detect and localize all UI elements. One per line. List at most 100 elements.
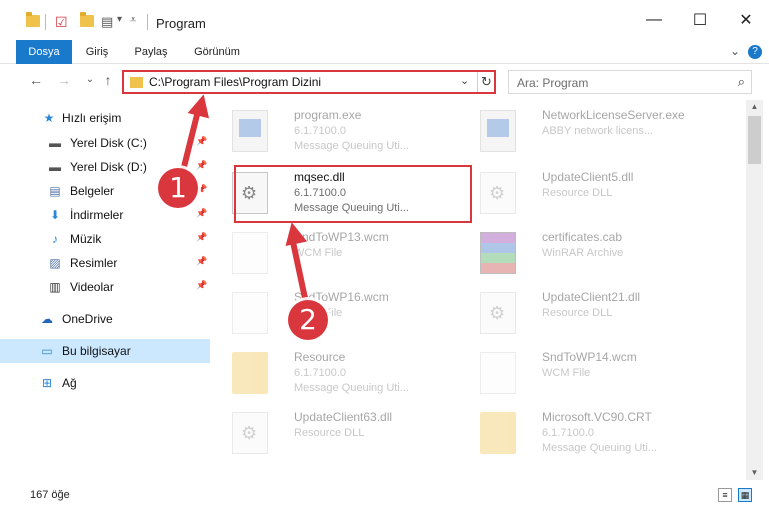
sidebar-item-label: Bu bilgisayar [62,344,131,358]
minimize-button[interactable]: — [631,0,677,40]
cloud-icon: ☁ [41,312,53,326]
document-icon: ▤ [49,184,61,198]
sidebar-item-bu-bilgisayar[interactable]: ▭ Bu bilgisayar [0,339,210,363]
chevron-down-icon[interactable]: ⌄ [460,74,469,87]
list-item[interactable]: SndToWP14.wcm WCM File [472,346,712,406]
recent-locations-button[interactable]: ⌄ [80,74,100,85]
file-description: WCM File [294,247,343,259]
list-item[interactable]: Microsoft.VC90.CRT 6.1.7100.0 Message Qu… [472,406,712,466]
file-name: UpdateClient5.dll [542,170,634,184]
file-description: Resource DLL [294,427,365,439]
sidebar-item-label: Hızlı erişim [62,111,122,125]
address-bar[interactable]: C:\Program Files\Program Dizini ⌄ ↻ [122,70,496,94]
folder-icon[interactable] [26,12,40,27]
file-version: 6.1.7100.0 [294,125,346,137]
exe-icon [232,110,268,152]
scroll-up-icon[interactable]: ▲ [748,100,761,114]
file-description: Message Queuing Uti... [542,442,657,454]
navigation-bar: ← → ⌄ ↑ C:\Program Files\Program Dizini … [0,65,769,99]
pin-icon[interactable]: 📌 [196,256,207,267]
up-button[interactable]: ↑ [98,72,118,88]
explorer-window: ☑ ▤ ▾ ⩡ Program — ☐ ✕ Dosya Giriş Paylaş… [0,0,769,521]
vertical-scrollbar[interactable]: ▲ ▼ [746,100,763,480]
list-item[interactable]: SndToWP13.wcm WCM File [224,226,464,286]
star-icon: ★ [43,111,55,125]
search-box[interactable]: Ara: Program ⌕ [508,70,752,94]
file-name: SndToWP13.wcm [294,230,389,244]
sidebar-item-ag[interactable]: ⊞ Ağ [0,371,210,395]
pictures-icon: ▨ [49,256,61,270]
list-item[interactable]: NetworkLicenseServer.exe ABBY network li… [472,104,712,164]
file-description: Message Queuing Uti... [294,382,409,394]
file-version: 6.1.7100.0 [542,427,594,439]
file-icon [232,292,268,334]
new-folder-icon[interactable] [80,12,94,27]
sidebar-item-disk-c[interactable]: ▬ Yerel Disk (C:) 📌 [0,131,210,155]
tab-gorunum[interactable]: Görünüm [186,40,248,64]
list-item[interactable]: certificates.cab WinRAR Archive [472,226,712,286]
pin-icon[interactable]: 📌 [196,160,207,171]
file-description: WinRAR Archive [542,247,624,259]
pin-icon[interactable]: 📌 [196,136,207,147]
forward-button[interactable]: → [54,72,74,88]
properties-icon[interactable]: ☑ [55,14,68,31]
scroll-down-icon[interactable]: ▼ [748,466,761,480]
help-icon[interactable]: ? [748,45,762,59]
maximize-button[interactable]: ☐ [677,0,723,40]
list-item[interactable]: Resource 6.1.7100.0 Message Queuing Uti.… [224,346,464,406]
details-view-icon[interactable]: ≡ [718,488,732,502]
list-item[interactable]: UpdateClient63.dll Resource DLL [224,406,464,466]
tab-giris[interactable]: Giriş [78,40,116,64]
list-item[interactable]: UpdateClient5.dll Resource DLL [472,166,712,226]
pin-icon[interactable]: 📌 [196,280,207,291]
drive-icon: ▬ [49,160,61,174]
navigation-pane: ★ Hızlı erişim ▬ Yerel Disk (C:) 📌 ▬ Yer… [0,100,210,480]
sidebar-item-label: Yerel Disk (C:) [70,136,147,150]
chevron-down-icon[interactable]: ▾ [117,14,122,25]
file-description: Resource DLL [542,187,613,199]
sidebar-item-quick-access[interactable]: ★ Hızlı erişim [0,106,210,130]
computer-icon: ▭ [41,344,53,358]
file-icon [480,352,516,394]
divider [147,14,148,30]
sidebar-item-onedrive[interactable]: ☁ OneDrive [0,307,210,331]
pin-icon[interactable]: 📌 [196,208,207,219]
archive-icon [480,232,516,274]
sidebar-item-muzik[interactable]: ♪ Müzik 📌 [0,227,210,251]
chevron-down-icon[interactable]: ⌄ [730,44,740,58]
status-bar: 167 öğe ≡ ▦ [0,484,769,508]
customize-icon[interactable]: ▤ [101,14,113,30]
tab-dosya[interactable]: Dosya [16,40,72,64]
sidebar-item-resimler[interactable]: ▨ Resimler 📌 [0,251,210,275]
file-name: Resource [294,350,346,364]
divider [45,14,46,30]
back-button[interactable]: ← [26,72,46,88]
close-button[interactable]: ✕ [723,0,769,40]
file-description: Message Queuing Uti... [294,140,409,152]
search-input[interactable]: Ara: Program [517,76,588,90]
file-description: ABBY network licens... [542,125,654,137]
scrollbar-thumb[interactable] [748,116,761,164]
large-icons-view-icon[interactable]: ▦ [738,488,752,502]
file-list: program.exe 6.1.7100.0 Message Queuing U… [214,100,744,480]
sidebar-item-videolar[interactable]: ▥ Videolar 📌 [0,275,210,299]
file-name: UpdateClient63.dll [294,410,393,424]
search-icon[interactable]: ⌕ [738,74,745,90]
file-icon [232,232,268,274]
list-item[interactable]: UpdateClient21.dll Resource DLL [472,286,712,346]
dll-icon [480,292,516,334]
list-item[interactable]: program.exe 6.1.7100.0 Message Queuing U… [224,104,464,164]
file-name: UpdateClient21.dll [542,290,641,304]
list-item[interactable]: SndToWP16.wcm WCM File [224,286,464,346]
pin-icon[interactable]: 📌 [196,232,207,243]
address-path[interactable]: C:\Program Files\Program Dizini [149,75,321,89]
highlight-box [234,165,472,223]
file-description: WCM File [542,367,591,379]
quick-access-menu-icon[interactable]: ⩡ [130,14,136,27]
exe-icon [480,110,516,152]
refresh-button[interactable]: ↻ [477,72,495,92]
folder-icon [232,352,268,394]
item-count: 167 öğe [30,489,70,501]
tab-paylas[interactable]: Paylaş [126,40,176,64]
sidebar-item-label: Belgeler [70,184,115,198]
